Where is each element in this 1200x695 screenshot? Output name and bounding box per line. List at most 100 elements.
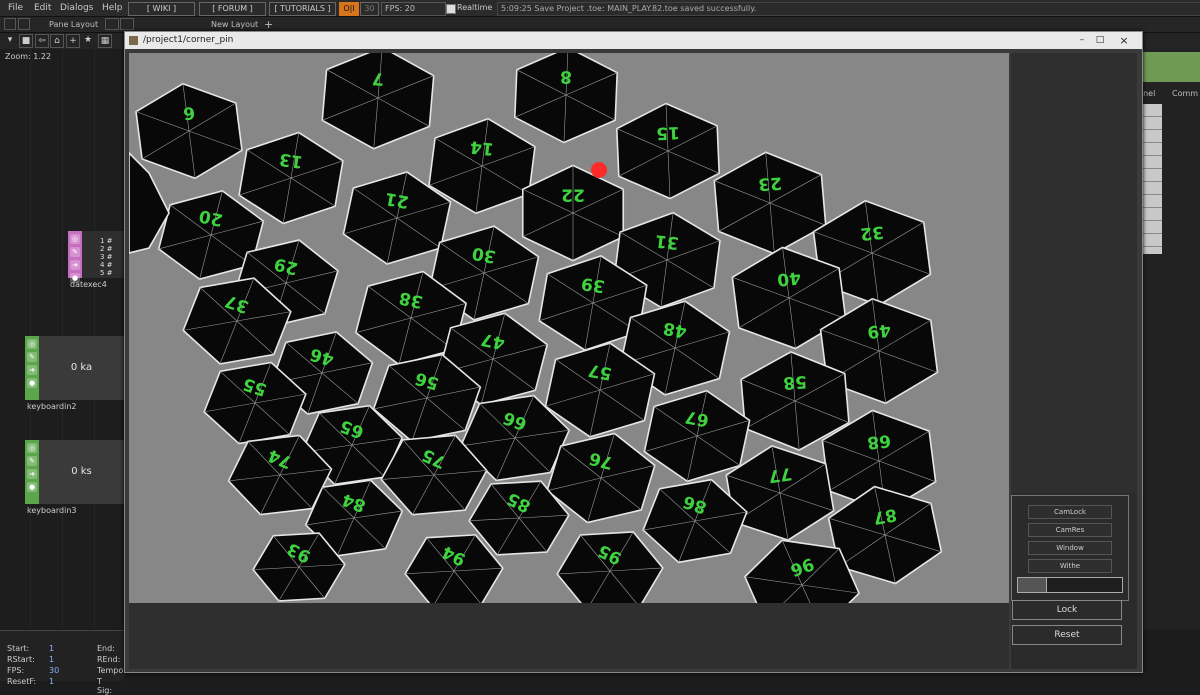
chevron-down-icon[interactable]: ▾ [4, 34, 16, 46]
bypass-flag-icon[interactable]: ✎ [27, 456, 37, 466]
node-keyboardin2[interactable]: ◎ ✎ ➜ ● 0 ka keyboardin2 [25, 336, 124, 411]
fps-field[interactable]: FPS: 30 Tempo [7, 666, 123, 675]
viewer-flag-icon[interactable]: ◎ [70, 234, 80, 244]
rstart-field[interactable]: RStart: 1 REnd: [7, 655, 120, 664]
fps-value[interactable]: 30 [49, 666, 59, 675]
start-value[interactable]: 1 [49, 644, 54, 653]
node-viewer: 0 ks [39, 440, 124, 504]
network-editor[interactable]: Zoom: 1.22 ◎ ✎ ➜ ● 1 # 2 # 3 # 4 # 5 # d… [0, 49, 163, 629]
add-layout-button[interactable]: + [264, 18, 273, 31]
fps-label: FPS: [7, 666, 25, 675]
withe-button[interactable]: Withe [1028, 559, 1112, 573]
corner-pin-viewer[interactable]: 6 7 8 13 14 15 20 21 22 23 29 30 31 32 37 38 39 40 46 47 48 4… [129, 53, 1009, 603]
hexagon-label: 21 [384, 188, 411, 212]
hexagon-label: 7 [371, 68, 384, 89]
hexagon-label: 13 [278, 149, 304, 172]
window-title: /project1/corner_pin [143, 35, 234, 45]
hexagon-label: 15 [656, 122, 680, 143]
hexagon-label: 31 [654, 230, 680, 252]
tutorials-button[interactable]: [ TUTORIALS ] [269, 2, 336, 16]
slider-handle[interactable] [1018, 578, 1047, 592]
start-field[interactable]: Start: 1 End: [7, 644, 115, 653]
lock-button[interactable]: Lock [1012, 600, 1122, 620]
viewer-flag-icon[interactable]: ◎ [27, 443, 37, 453]
hexagon-label: 67 [684, 406, 711, 430]
cook-rate-box[interactable]: 30 [360, 2, 379, 16]
home-icon[interactable]: ⌂ [50, 34, 64, 48]
hexagon-8[interactable]: 8 [513, 53, 619, 144]
back-icon[interactable]: ⇦ [35, 34, 49, 48]
hexagon-label: 22 [561, 184, 585, 204]
hexagon-7[interactable]: 7 [321, 53, 435, 150]
bypass-flag-icon[interactable]: ✎ [27, 352, 37, 362]
node-keyboardin3[interactable]: ◎ ✎ ➜ ● 0 ks keyboardin3 [25, 440, 124, 515]
lock-flag-icon[interactable]: ● [27, 482, 37, 492]
layout-slot-2[interactable] [120, 18, 134, 30]
new-layout-tab[interactable]: New Layout [211, 20, 258, 29]
export-flag-icon[interactable]: ➜ [27, 365, 37, 375]
pane-icon[interactable] [4, 18, 16, 30]
hexagon-15[interactable]: 15 [615, 102, 721, 200]
camlock-button[interactable]: CamLock [1028, 505, 1112, 519]
bypass-flag-icon[interactable]: ✎ [70, 247, 80, 257]
zoom-readout: Zoom: 1.22 [5, 52, 52, 61]
menu-dialogs[interactable]: Dialogs [60, 3, 93, 13]
camres-button[interactable]: CamRes [1028, 523, 1112, 537]
star-icon[interactable]: ★ [82, 34, 94, 46]
play-toggle-button[interactable]: O|I [339, 2, 359, 16]
hexagon-label: 39 [580, 273, 606, 296]
node-flag-column: ◎ ✎ ➜ ● [25, 440, 39, 504]
realtime-checkbox[interactable] [446, 4, 456, 14]
viewer-flag-icon[interactable]: ◎ [27, 339, 37, 349]
hexagon-canvas[interactable]: 67 81314152021 222329 3031 3237 3839 404647 48 4… [129, 53, 1009, 603]
hexagon-95[interactable]: 95 [556, 531, 664, 603]
lock-flag-icon[interactable]: ● [27, 378, 37, 388]
rstart-value[interactable]: 1 [49, 655, 54, 664]
hexagon-22[interactable]: 22 [521, 164, 625, 262]
minimize-button[interactable]: – [1073, 32, 1091, 49]
plus-icon[interactable]: + [66, 34, 80, 48]
hexagon-77[interactable]: 77 [725, 445, 835, 541]
export-flag-icon[interactable]: ➜ [70, 260, 80, 270]
close-button[interactable]: × [1111, 32, 1137, 49]
pane-split-icon[interactable] [18, 18, 30, 30]
stop-icon[interactable]: ■ [19, 34, 33, 48]
resetf-value[interactable]: 1 [49, 677, 54, 686]
hexagon-label: 48 [662, 318, 689, 342]
hexagon-23[interactable]: 23 [713, 151, 827, 255]
node-label[interactable]: keyboardin2 [27, 402, 77, 411]
grid-icon[interactable]: ▦ [98, 34, 112, 48]
hexagon-67[interactable]: 67 [643, 389, 751, 483]
status-message: 5:09:25 Save Project .toe: MAIN_PLAY.82.… [497, 2, 1200, 16]
menu-edit[interactable]: Edit [34, 3, 51, 13]
hexagon-shape [556, 531, 664, 603]
window-button[interactable]: Window [1028, 541, 1112, 555]
node-label[interactable]: datexec4 [70, 280, 107, 289]
node-flag-column: ◎ ✎ ➜ ● [68, 231, 82, 283]
tempo-label: Tempo [97, 666, 124, 675]
hexagon-label: 6 [182, 102, 196, 123]
menu-file[interactable]: File [8, 3, 23, 13]
layout-slot-1[interactable] [105, 18, 119, 30]
fps-readout: FPS: 20 [381, 2, 446, 16]
resetf-field[interactable]: ResetF: 1 T Sig: [7, 677, 112, 695]
camera-controls: CamLock CamRes Window Withe [1011, 495, 1129, 601]
node-label[interactable]: keyboardin3 [27, 506, 77, 515]
channel-list[interactable] [1142, 104, 1162, 254]
corner-pin-handle[interactable] [591, 162, 607, 178]
reset-button[interactable]: Reset [1012, 625, 1122, 645]
export-flag-icon[interactable]: ➜ [27, 469, 37, 479]
parameter-panel: nnel Comm [1138, 49, 1200, 629]
wiki-button[interactable]: [ WIKI ] [128, 2, 195, 16]
hexagon-6[interactable]: 6 [135, 82, 243, 180]
menu-help[interactable]: Help [102, 3, 123, 13]
node-viewer: 0 ka [39, 336, 124, 400]
hexagon-label: 23 [757, 172, 782, 194]
slider[interactable] [1017, 577, 1123, 593]
window-titlebar[interactable]: /project1/corner_pin – □ × [125, 32, 1142, 49]
maximize-button[interactable]: □ [1091, 32, 1109, 49]
forum-button[interactable]: [ FORUM ] [199, 2, 266, 16]
node-value: 0 ka [70, 362, 93, 373]
hexagon-13[interactable]: 13 [238, 131, 344, 225]
hexagon-label: 58 [782, 371, 807, 393]
